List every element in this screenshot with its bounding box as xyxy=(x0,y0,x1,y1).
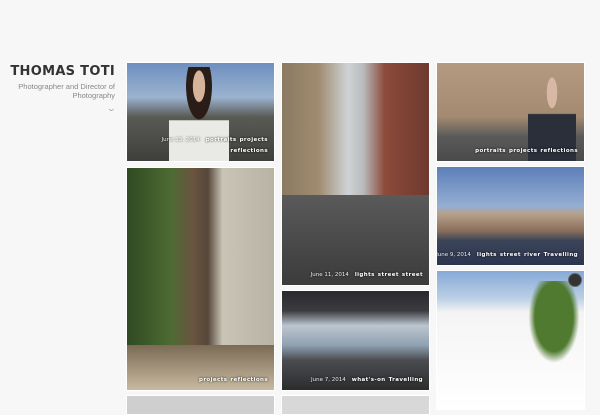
photo-tile-tree[interactable]: projects reflections xyxy=(126,167,275,391)
photo-tile-white-wall[interactable] xyxy=(436,270,585,410)
tag-link[interactable]: street xyxy=(378,272,399,278)
photo-tile-street[interactable]: June 11, 2014 lights street street xyxy=(281,62,430,286)
site-title[interactable]: THOMAS TOTI xyxy=(2,64,115,79)
tag-link[interactable]: portraits xyxy=(206,137,237,143)
caption-date: June 13, 2014 xyxy=(161,137,200,143)
tag-link[interactable]: lights xyxy=(477,252,497,258)
chevron-down-icon[interactable]: ⌄ xyxy=(106,104,117,113)
photo-tile[interactable] xyxy=(126,395,275,415)
site-subtitle: Photographer and Director of Photography xyxy=(18,82,115,100)
tag-link[interactable]: river xyxy=(524,252,541,258)
photo-foliage xyxy=(524,281,584,371)
photo-caption: June 9, 2014 lights street river Travelling xyxy=(436,250,578,261)
tag-link[interactable]: street xyxy=(402,272,423,278)
tag-link[interactable]: reflections xyxy=(230,377,268,383)
tag-link[interactable]: reflections xyxy=(230,148,268,154)
camera-badge-icon xyxy=(568,273,582,287)
tag-link[interactable]: Travelling xyxy=(389,377,423,383)
caption-date: June 7, 2014 xyxy=(311,377,346,383)
tag-link[interactable]: Travelling xyxy=(544,252,578,258)
tag-link[interactable]: reflections xyxy=(540,148,578,154)
site-header: THOMAS TOTI Photographer and Director of… xyxy=(2,64,117,113)
photo-tile-portrait-man[interactable]: portraits projects reflections xyxy=(436,62,585,162)
tag-link[interactable]: projects xyxy=(509,148,537,154)
photo-tile-highway[interactable]: June 7, 2014 what's-on Travelling xyxy=(281,290,430,391)
photo-caption: June 7, 2014 what's-on Travelling xyxy=(311,375,423,386)
tag-link[interactable]: lights xyxy=(355,272,375,278)
photo-caption: June 11, 2014 lights street street xyxy=(311,270,423,281)
tag-link[interactable]: projects xyxy=(199,377,227,383)
caption-date: June 9, 2014 xyxy=(436,252,471,258)
caption-date: June 11, 2014 xyxy=(310,272,349,278)
tag-link[interactable]: projects xyxy=(240,137,268,143)
photo-caption: portraits projects reflections xyxy=(472,146,578,157)
photo-tile-portrait-woman[interactable]: June 13, 2014 portraits projects reflectio… xyxy=(126,62,275,162)
tag-link[interactable]: what's-on xyxy=(352,377,386,383)
photo-caption: projects reflections xyxy=(196,375,268,386)
tag-link[interactable]: portraits xyxy=(475,148,506,154)
photo-tile-river[interactable]: June 9, 2014 lights street river Travelling xyxy=(436,166,585,266)
tag-link[interactable]: street xyxy=(500,252,521,258)
photo-caption: June 13, 2014 portraits projects reflectio… xyxy=(161,135,268,157)
photo-tile[interactable] xyxy=(281,395,430,415)
